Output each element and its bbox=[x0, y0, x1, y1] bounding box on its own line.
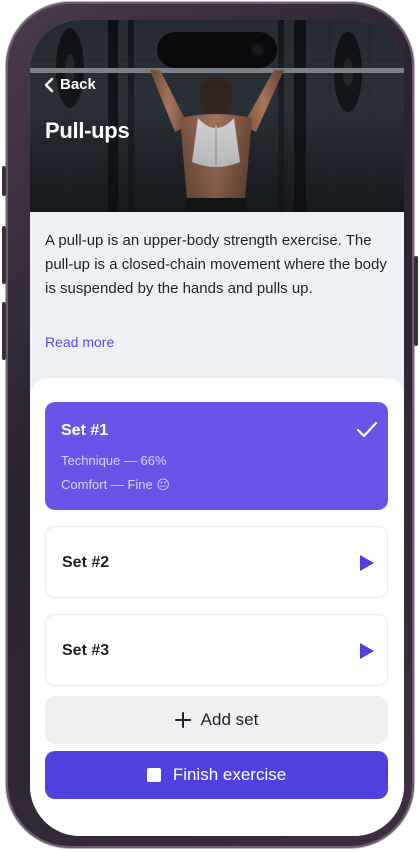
set-title: Set #2 bbox=[62, 554, 110, 571]
add-set-label: Add set bbox=[200, 710, 259, 729]
finish-exercise-label: Finish exercise bbox=[172, 765, 287, 784]
exercise-description: A pull-up is an upper-body strength exer… bbox=[45, 232, 387, 297]
set-title: Set #1 bbox=[61, 422, 109, 439]
checkmark-icon bbox=[356, 421, 378, 438]
finish-exercise-button[interactable]: Finish exercise bbox=[45, 751, 388, 799]
front-camera bbox=[251, 43, 265, 57]
sets-panel: Set #1 Technique — 66% Comfort — Fine 😐 … bbox=[30, 378, 404, 836]
add-set-button[interactable]: Add set bbox=[45, 696, 388, 744]
page-title: Pull-ups bbox=[45, 118, 130, 143]
checkbox-icon bbox=[146, 768, 161, 782]
set-card-2[interactable]: Set #2 bbox=[45, 526, 388, 598]
read-more-link[interactable]: Read more bbox=[45, 334, 114, 350]
set-comfort-label: Comfort — Fine bbox=[61, 477, 153, 492]
play-icon[interactable] bbox=[359, 642, 375, 660]
play-icon[interactable] bbox=[359, 554, 375, 572]
dynamic-island bbox=[157, 32, 277, 68]
phone-frame: Back Pull-ups A pull-up is an upper-body… bbox=[2, 2, 418, 848]
side-button-action bbox=[2, 166, 6, 196]
side-button-volume-up bbox=[2, 226, 6, 284]
plus-icon bbox=[174, 712, 191, 728]
app-screen: Back Pull-ups A pull-up is an upper-body… bbox=[30, 20, 404, 836]
chevron-left-icon bbox=[44, 77, 54, 92]
side-button-volume-down bbox=[2, 302, 6, 360]
set-technique: Technique — 66% bbox=[61, 453, 167, 468]
neutral-face-icon: 😐 bbox=[156, 477, 170, 492]
set-card-3[interactable]: Set #3 bbox=[45, 614, 388, 686]
side-button-power bbox=[414, 256, 418, 346]
set-title: Set #3 bbox=[62, 642, 110, 659]
back-button[interactable]: Back bbox=[44, 76, 96, 93]
back-button-label: Back bbox=[60, 76, 96, 93]
set-comfort: Comfort — Fine 😐 bbox=[61, 477, 170, 493]
set-card-1[interactable]: Set #1 Technique — 66% Comfort — Fine 😐 bbox=[45, 402, 388, 510]
